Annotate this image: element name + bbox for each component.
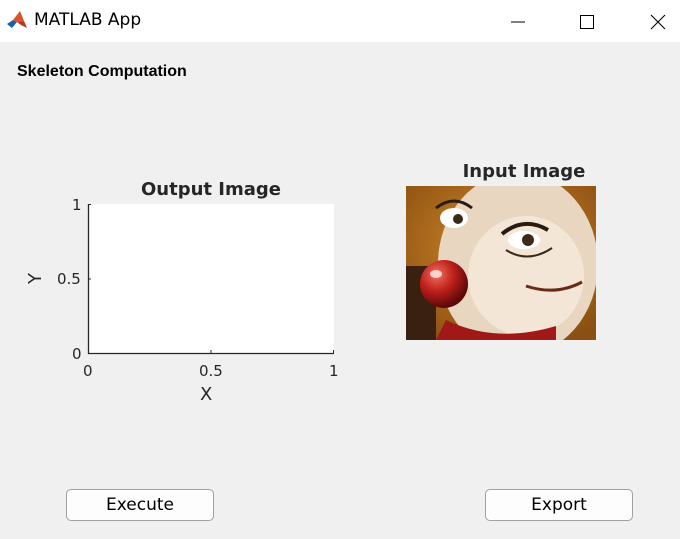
x-axis-label: X <box>200 384 213 405</box>
close-icon <box>650 14 666 30</box>
minimize-icon <box>511 21 525 23</box>
output-axes-title: Output Image <box>141 179 281 200</box>
matlab-icon <box>6 9 28 31</box>
execute-button[interactable]: Execute <box>66 489 214 521</box>
clown-picture <box>406 186 596 340</box>
window-title: MATLAB App <box>34 10 142 30</box>
x-tick-label: 0 <box>83 362 93 380</box>
maximize-button[interactable] <box>563 0 609 42</box>
section-title: Skeleton Computation <box>17 63 187 80</box>
title-bar: MATLAB App <box>0 0 680 42</box>
y-tick-label: 0.5 <box>57 270 81 288</box>
maximize-icon <box>580 15 594 29</box>
input-image-title: Input Image <box>462 161 586 182</box>
input-image <box>406 186 596 340</box>
y-tick-label: 0 <box>72 345 82 363</box>
output-plot-area[interactable] <box>88 204 334 354</box>
y-tick-label: 1 <box>72 196 82 214</box>
y-axis-label: Y <box>25 273 46 284</box>
x-tick-label: 0.5 <box>199 362 223 380</box>
export-button[interactable]: Export <box>485 489 633 521</box>
minimize-button[interactable] <box>494 0 540 42</box>
close-button[interactable] <box>634 0 680 42</box>
x-tick-label: 1 <box>329 362 339 380</box>
